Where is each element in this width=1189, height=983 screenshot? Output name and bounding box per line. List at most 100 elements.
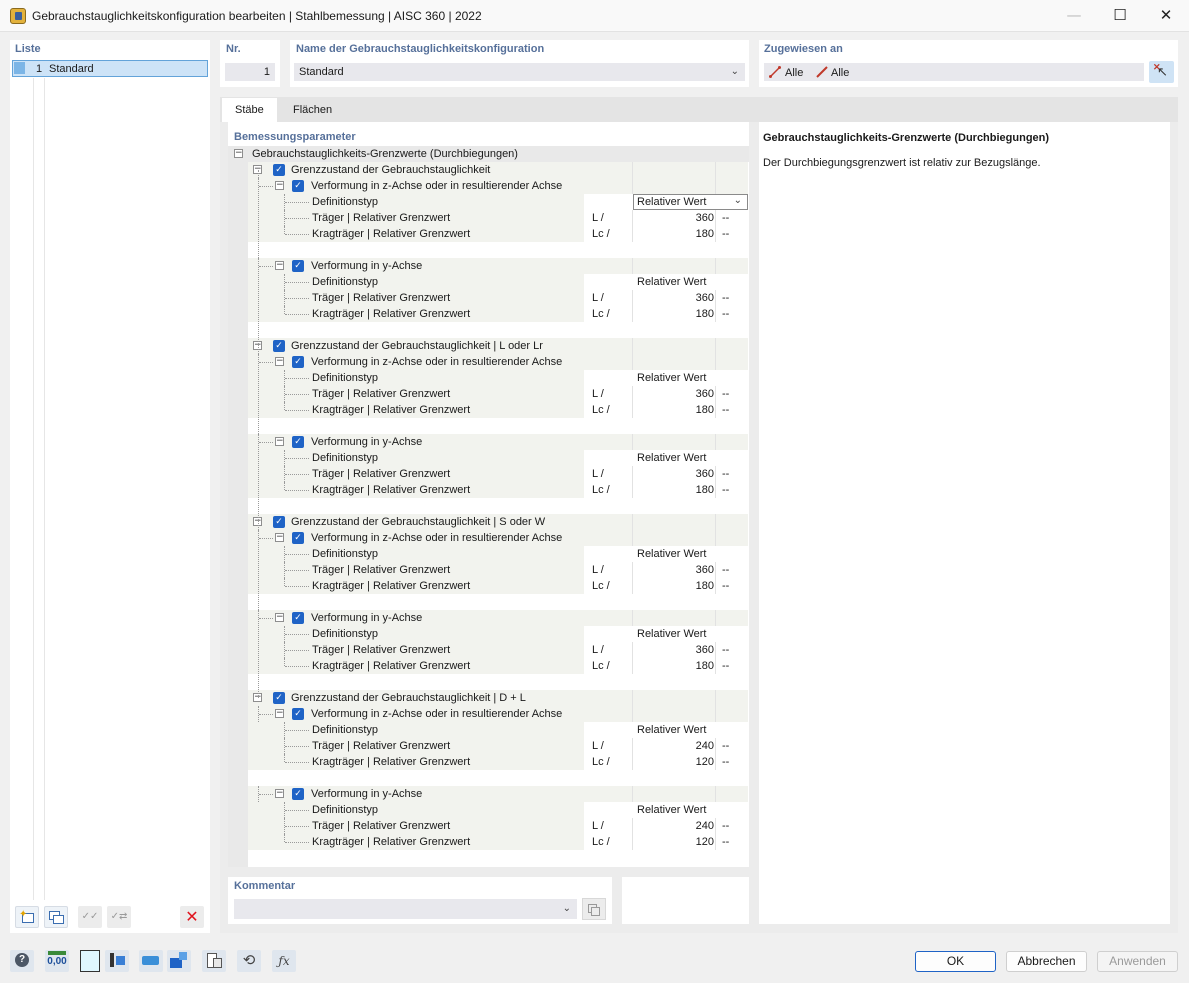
apply-button[interactable]: Anwenden xyxy=(1097,951,1178,972)
checkbox-icon[interactable]: ✓ xyxy=(292,612,304,624)
deformation-subgroup[interactable]: − ✓ Verformung in y-Achse xyxy=(248,786,748,802)
checkbox-icon[interactable]: ✓ xyxy=(292,260,304,272)
minimize-button[interactable]: — xyxy=(1051,0,1097,32)
params-label: Bemessungsparameter xyxy=(234,131,356,143)
help-icon[interactable]: ? xyxy=(10,950,34,972)
uncheck-all-icon[interactable]: ✓⇄ xyxy=(107,906,131,928)
list-item-standard[interactable]: 1 Standard xyxy=(12,60,208,77)
cantilever-limit-row[interactable]: Kragträger | Relativer Grenzwert Lc /180-… xyxy=(248,306,748,322)
collapse-icon[interactable]: − xyxy=(275,437,284,446)
definition-type-row[interactable]: Definitionstyp Relativer Wert xyxy=(248,546,748,562)
delete-icon[interactable]: ✕ xyxy=(180,906,204,928)
collapse-icon[interactable]: − xyxy=(234,149,243,158)
deformation-subgroup[interactable]: − ✓ Verformung in z-Achse oder in resultie… xyxy=(248,178,748,194)
info-text: Der Durchbiegungsgrenzwert ist relativ z… xyxy=(763,157,1041,169)
tab-flaechen[interactable]: Flächen xyxy=(280,98,346,122)
beam-limit-row[interactable]: Träger | Relativer Grenzwert L /360 -- xyxy=(248,290,748,306)
collapse-icon[interactable]: − xyxy=(275,261,284,270)
definition-type-row[interactable]: Definitionstyp Relativer Wert xyxy=(248,450,748,466)
beam-limit-row[interactable]: Träger | Relativer Grenzwert L /240 -- xyxy=(248,818,748,834)
list-divider xyxy=(33,78,34,900)
cantilever-limit-row[interactable]: Kragträger | Relativer Grenzwert Lc /180-… xyxy=(248,482,748,498)
definition-type-row[interactable]: Definitionstyp Relativer Wert xyxy=(248,274,748,290)
deformation-subgroup[interactable]: − ✓ Verformung in z-Achse oder in resultie… xyxy=(248,530,748,546)
checkbox-icon[interactable]: ✓ xyxy=(273,516,285,528)
deformation-subgroup[interactable]: − ✓ Verformung in y-Achse xyxy=(248,610,748,626)
checkbox-icon[interactable]: ✓ xyxy=(292,708,304,720)
checkbox-icon[interactable]: ✓ xyxy=(273,340,285,352)
beam-limit-row[interactable]: Träger | Relativer Grenzwert L /240 -- xyxy=(248,738,748,754)
comment-library-icon[interactable] xyxy=(582,898,606,920)
export-icon[interactable] xyxy=(167,950,191,972)
deformation-subgroup[interactable]: − ✓ Verformung in z-Achse oder in resultie… xyxy=(248,354,748,370)
cantilever-limit-row[interactable]: Kragträger | Relativer Grenzwert Lc /120-… xyxy=(248,754,748,770)
assigned-field: Alle Alle xyxy=(764,63,1144,81)
deformation-subgroup[interactable]: − ✓ Verformung in y-Achse xyxy=(248,434,748,450)
checkbox-icon[interactable]: ✓ xyxy=(292,788,304,800)
definition-type-row[interactable]: Definitionstyp Relativer Wert xyxy=(248,370,748,386)
chevron-down-icon: ⌄ xyxy=(730,66,739,77)
cantilever-limit-row[interactable]: Kragträger | Relativer Grenzwert Lc /180-… xyxy=(248,578,748,594)
definition-type-row[interactable]: Definitionstyp Relativer Wert xyxy=(248,802,748,818)
checkbox-icon[interactable]: ✓ xyxy=(273,164,285,176)
limit-state-group[interactable]: − ✓ Grenzzustand der Gebrauchstauglichkeit… xyxy=(248,690,748,706)
checkbox-icon[interactable]: ✓ xyxy=(292,356,304,368)
new-item-icon[interactable]: ✦ xyxy=(15,906,39,928)
list-label: Liste xyxy=(15,43,41,55)
table-icon[interactable] xyxy=(202,950,226,972)
collapse-icon[interactable]: − xyxy=(275,181,284,190)
checkbox-icon[interactable]: ✓ xyxy=(273,692,285,704)
color-icon[interactable] xyxy=(80,950,100,972)
checkbox-icon[interactable]: ✓ xyxy=(292,436,304,448)
cantilever-limit-row[interactable]: Kragträger | Relativer Grenzwert Lc /180-… xyxy=(248,658,748,674)
checkbox-icon[interactable]: ✓ xyxy=(292,532,304,544)
name-select[interactable]: Standard ⌄ xyxy=(294,63,745,81)
nr-field: 1 xyxy=(225,63,275,81)
check-all-icon[interactable]: ✓✓ xyxy=(78,906,102,928)
list-divider xyxy=(44,78,45,900)
beam-limit-row[interactable]: Träger | Relativer Grenzwert L /360 -- xyxy=(248,386,748,402)
collapse-icon[interactable]: − xyxy=(275,789,284,798)
app-icon xyxy=(10,8,26,24)
list-item-color xyxy=(14,62,25,74)
maximize-button[interactable]: ☐ xyxy=(1097,0,1143,32)
beam-limit-row[interactable]: Träger | Relativer Grenzwert L /360 -- xyxy=(248,562,748,578)
beam-limit-row[interactable]: Träger | Relativer Grenzwert L /360 -- xyxy=(248,642,748,658)
collapse-icon[interactable]: − xyxy=(275,357,284,366)
collapse-icon[interactable]: − xyxy=(275,613,284,622)
limit-state-group[interactable]: − ✓ Grenzzustand der Gebrauchstauglichkeit… xyxy=(248,514,748,530)
assigned-surfaces: Alle xyxy=(831,67,850,79)
view-icon[interactable] xyxy=(139,950,163,972)
cancel-button[interactable]: Abbrechen xyxy=(1006,951,1087,972)
deformation-subgroup[interactable]: − ✓ Verformung in y-Achse xyxy=(248,258,748,274)
comment-select[interactable]: ⌄ xyxy=(234,899,577,919)
definition-type-row[interactable]: Definitionstyp Relativer Wert xyxy=(248,626,748,642)
limit-state-group[interactable]: − ✓ Grenzzustand der Gebrauchstauglichkeit… xyxy=(248,338,748,354)
definition-type-row[interactable]: Definitionstyp Relativer Wert ⌄ xyxy=(248,194,748,210)
cantilever-limit-row[interactable]: Kragträger | Relativer Grenzwert Lc /180-… xyxy=(248,226,748,242)
units-icon[interactable]: 0,00 xyxy=(45,950,69,972)
tree-root-row[interactable]: − Gebrauchstauglichkeits-Grenzwerte (Dur… xyxy=(228,146,749,162)
cantilever-limit-row[interactable]: Kragträger | Relativer Grenzwert Lc /180-… xyxy=(248,402,748,418)
collapse-icon[interactable]: − xyxy=(275,533,284,542)
definition-type-row[interactable]: Definitionstyp Relativer Wert xyxy=(248,722,748,738)
tab-staebe[interactable]: Stäbe xyxy=(222,98,277,122)
beam-limit-row[interactable]: Träger | Relativer Grenzwert L /360 -- xyxy=(248,210,748,226)
beam-limit-row[interactable]: Träger | Relativer Grenzwert L /360 -- xyxy=(248,466,748,482)
pick-cursor-icon[interactable]: ↖ ✕ xyxy=(1149,61,1174,83)
cantilever-limit-row[interactable]: Kragträger | Relativer Grenzwert Lc /120-… xyxy=(248,834,748,850)
display-icon[interactable] xyxy=(105,950,129,972)
name-label: Name der Gebrauchstauglichkeitskonfigura… xyxy=(296,43,545,55)
copy-item-icon[interactable] xyxy=(44,906,68,928)
nr-label: Nr. xyxy=(226,43,241,55)
collapse-icon[interactable]: − xyxy=(275,709,284,718)
limit-state-group[interactable]: − ✓ Grenzzustand der Gebrauchstauglichkeit xyxy=(248,162,748,178)
definition-type-select[interactable]: Relativer Wert ⌄ xyxy=(633,194,748,210)
checkbox-icon[interactable]: ✓ xyxy=(292,180,304,192)
deformation-subgroup[interactable]: − ✓ Verformung in z-Achse oder in resultie… xyxy=(248,706,748,722)
member-icon xyxy=(769,66,781,78)
reset-icon[interactable]: ⟲ xyxy=(237,950,261,972)
ok-button[interactable]: OK xyxy=(915,951,996,972)
formula-icon[interactable]: ƒx xyxy=(272,950,296,972)
close-button[interactable]: ✕ xyxy=(1143,0,1189,32)
